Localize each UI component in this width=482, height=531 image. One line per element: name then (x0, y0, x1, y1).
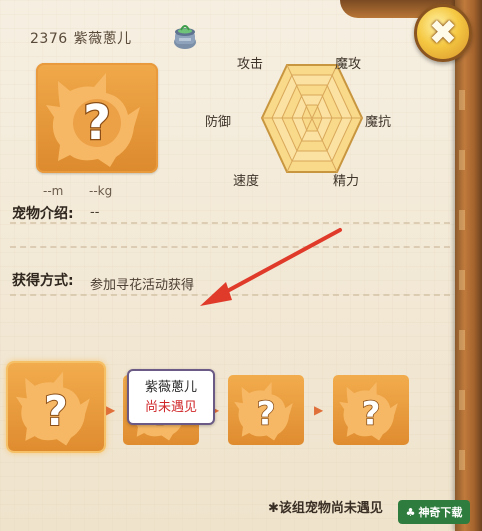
tooltip-status: 尚未遇见 (144, 400, 197, 415)
svg-text:?: ? (362, 394, 381, 432)
stat-magic-attack-label: 魔攻 (335, 57, 362, 72)
svg-text:?: ? (83, 95, 111, 151)
site-watermark: ♣ 神奇下载 (398, 500, 470, 524)
pet-number: 2376 (30, 31, 68, 47)
unknown-pet-silhouette-icon: ? (234, 381, 293, 441)
intro-label: 宠物介绍: (12, 206, 74, 222)
pet-weight: --kg (89, 184, 113, 198)
stat-attack-label: 攻击 (237, 57, 264, 72)
stat-energy-label: 精力 (333, 174, 360, 189)
stat-speed-label: 速度 (233, 174, 260, 189)
pet-title: 2376 紫薇蔥儿 (30, 28, 132, 48)
obtain-value: 参加寻花活动获得 (90, 278, 195, 293)
intro-value: -- (90, 205, 100, 220)
pet-name: 紫薇蔥儿 (73, 31, 132, 47)
unknown-pet-silhouette-icon: ? (46, 73, 140, 167)
svg-text:?: ? (44, 387, 68, 435)
unknown-pet-silhouette-icon: ? (339, 381, 398, 441)
leaf-icon: ♣ (405, 505, 416, 519)
unknown-pet-silhouette-icon: ? (15, 371, 90, 446)
potion-icon[interactable] (171, 22, 199, 50)
group-status-note: ✱该组宠物尚未遇见 (268, 501, 383, 516)
evolution-slot[interactable]: ? (228, 375, 304, 445)
obtain-label: 获得方式: (12, 273, 74, 289)
divider (10, 222, 450, 224)
pet-name-tooltip: 紫薇蔥儿 尚未遇见 (127, 369, 215, 425)
watermark-text: 神奇下载 (418, 506, 463, 519)
stat-magic-defense-label: 魔抗 (365, 115, 392, 130)
evolution-arrow: ▶ (106, 403, 116, 417)
evolution-slot-selected[interactable]: ? (8, 363, 104, 451)
tooltip-pet-name: 紫薇蔥儿 (144, 380, 197, 395)
close-button[interactable]: ✖ (414, 4, 472, 62)
divider (10, 246, 450, 248)
close-icon: ✖ (428, 13, 458, 53)
divider (10, 294, 450, 296)
svg-text:?: ? (257, 394, 276, 432)
stat-defense-label: 防御 (205, 115, 232, 130)
evolution-arrow: ▶ (314, 403, 324, 417)
pet-avatar: ? (36, 63, 158, 173)
evolution-slot[interactable]: ? (333, 375, 409, 445)
pet-height: --m (43, 184, 64, 198)
